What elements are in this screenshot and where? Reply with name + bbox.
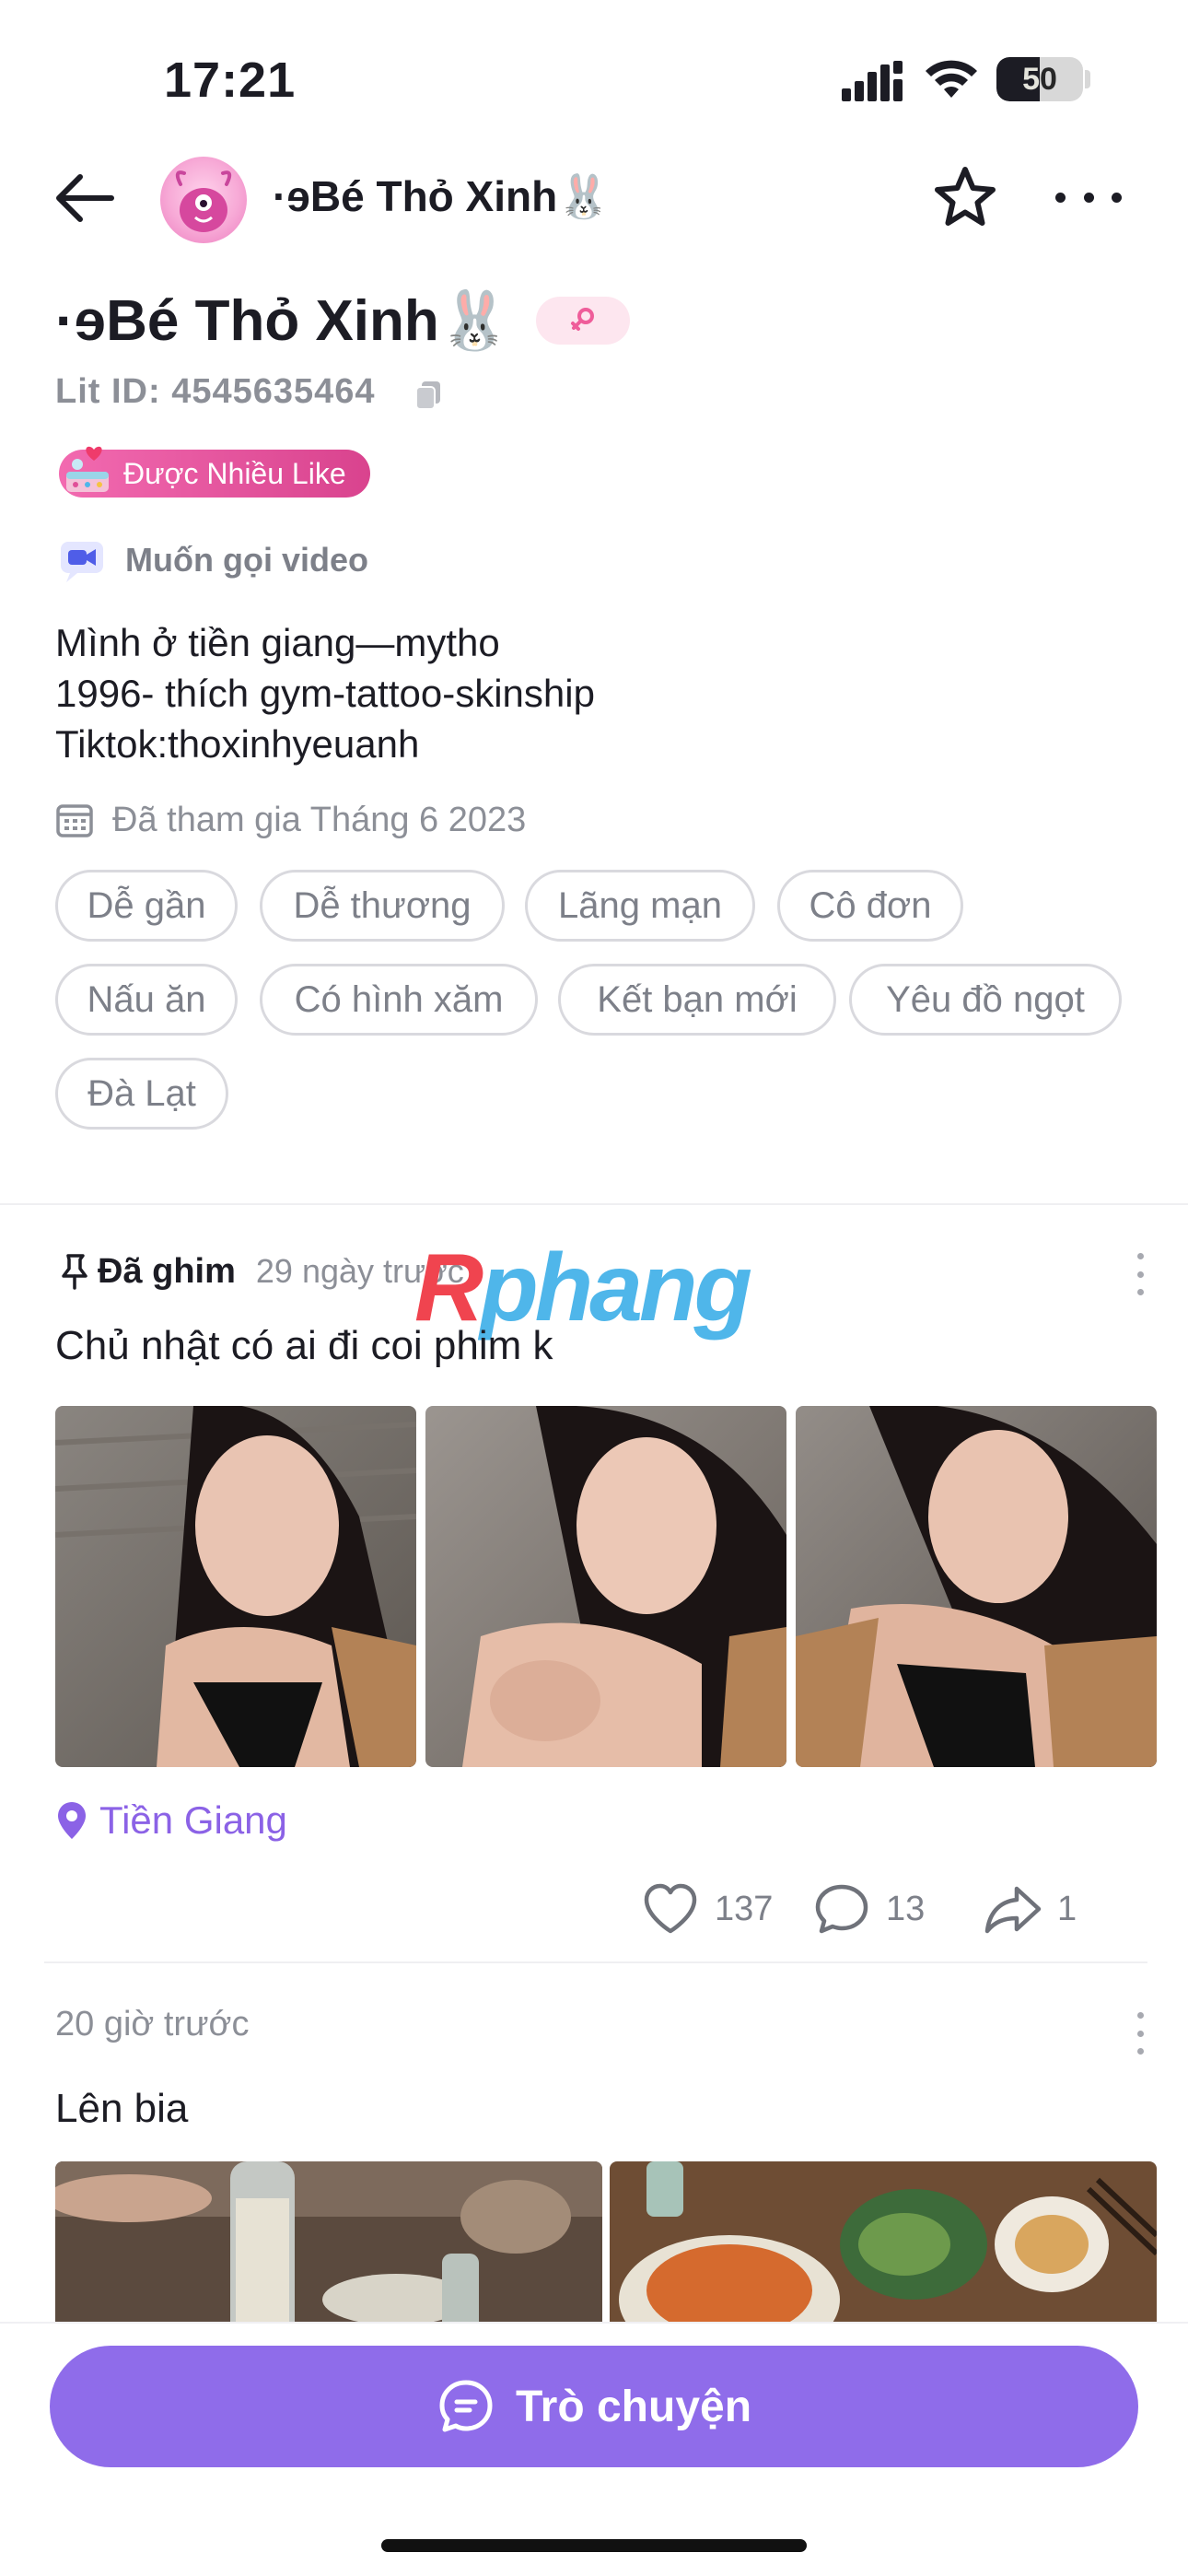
chat-button[interactable]: Trò chuyện	[50, 2346, 1138, 2467]
popular-badge: Được Nhiều Like	[59, 446, 370, 498]
location-label: Tiền Giang	[99, 1798, 287, 1842]
location-pin-icon	[58, 1802, 86, 1839]
more-icon	[1055, 192, 1066, 203]
video-camera-icon	[61, 542, 103, 582]
post-more-button[interactable]	[1131, 1253, 1149, 1295]
star-icon	[935, 167, 996, 226]
monster-avatar-icon	[175, 170, 232, 232]
more-icon	[1136, 1253, 1144, 1259]
post-more-button[interactable]	[1131, 2012, 1149, 2055]
section-divider	[0, 1203, 1188, 1205]
home-indicator[interactable]	[381, 2539, 807, 2552]
tag-chip[interactable]: Có hình xăm	[260, 964, 538, 1036]
like-count: 137	[715, 1889, 774, 1928]
tag-chip[interactable]: Lãng mạn	[525, 870, 755, 942]
post-divider	[44, 1961, 1147, 1963]
tag-chip[interactable]: Dễ gần	[55, 870, 238, 942]
copy-icon[interactable]	[413, 378, 446, 411]
post-time: 20 giờ trước	[55, 2005, 250, 2043]
profile-name: ·ɘBé Thỏ Xinh🐰	[55, 288, 510, 353]
status-time: 17:21	[164, 53, 297, 108]
more-options-button[interactable]	[1055, 171, 1122, 223]
bio-line: Mình ở tiền giang—mytho	[55, 621, 500, 664]
profile-header: ·ɘBé Thỏ Xinh🐰	[0, 147, 1188, 249]
bio-line: Tiktok:thoxinhyeuanh	[55, 722, 420, 766]
more-icon-dot	[1136, 1270, 1144, 1278]
more-icon	[1136, 2012, 1144, 2019]
like-action[interactable]: 137	[641, 1876, 773, 1942]
post-location[interactable]: Tiền Giang	[55, 1793, 287, 1848]
pin-icon	[62, 1254, 87, 1290]
comment-count: 13	[886, 1889, 926, 1928]
tag-chip[interactable]: Nấu ăn	[55, 964, 238, 1036]
tag-chip[interactable]: Yêu đồ ngọt	[849, 964, 1122, 1036]
tag-chip[interactable]: Cô đơn	[777, 870, 963, 942]
comment-icon	[815, 1884, 868, 1934]
pinned-label: Đã ghim	[98, 1251, 236, 1291]
tag-chip[interactable]: Dễ thương	[260, 870, 505, 942]
more-icon-dot	[1136, 2048, 1144, 2055]
photo-image	[55, 2161, 602, 2346]
post-photo[interactable]	[55, 2161, 602, 2346]
share-icon	[984, 1886, 1042, 1934]
heart-icon	[644, 1883, 697, 1934]
wifi-icon	[926, 60, 977, 98]
share-count: 1	[1057, 1889, 1077, 1928]
post-header: Đã ghim 29 ngày trước	[55, 1246, 464, 1297]
joined-date-row: Đã tham gia Tháng 6 2023	[55, 794, 526, 846]
chat-bubble-icon	[439, 2380, 493, 2432]
calendar-icon	[56, 804, 93, 837]
more-icon-dot	[1136, 2030, 1144, 2037]
favorite-button[interactable]	[930, 162, 1000, 232]
more-icon-dot	[1136, 1289, 1144, 1295]
comment-action[interactable]: 13	[812, 1876, 925, 1942]
share-action[interactable]: 1	[984, 1876, 1077, 1942]
battery-percentage: 50	[1022, 62, 1057, 97]
post-text: Lên bia	[55, 2086, 189, 2131]
signal-icon	[842, 61, 903, 101]
battery-icon: 50	[996, 57, 1083, 101]
profile-name-row: ·ɘBé Thỏ Xinh🐰	[55, 284, 630, 357]
more-icon-dot	[1083, 192, 1094, 203]
female-icon	[570, 308, 594, 331]
joined-date: Đã tham gia Tháng 6 2023	[112, 800, 527, 839]
popular-badge-label: Được Nhiều Like	[123, 456, 346, 490]
watermark-logo: Rphang	[414, 1235, 752, 1341]
battery-tip	[1085, 70, 1090, 88]
photo-image	[55, 1406, 416, 1767]
post-text: Chủ nhật có ai đi coi phim k	[55, 1323, 553, 1368]
avatar[interactable]	[160, 157, 247, 243]
bio: Mình ở tiền giang—mytho 1996- thích gym-…	[55, 617, 595, 769]
tag-chip[interactable]: Kết bạn mới	[558, 964, 836, 1036]
chat-button-label: Trò chuyện	[515, 2382, 752, 2431]
gender-badge	[535, 297, 630, 345]
video-call-label: Muốn gọi video	[125, 541, 368, 579]
photo-image	[610, 2161, 1157, 2346]
back-arrow-icon	[56, 174, 114, 222]
post-photo[interactable]	[425, 1406, 786, 1767]
more-icon-dot	[1112, 192, 1122, 203]
tag-chip[interactable]: Đà Lạt	[55, 1058, 228, 1130]
status-bar: 17:21 50	[0, 0, 1188, 138]
back-button[interactable]	[50, 166, 120, 230]
cake-icon	[66, 446, 109, 492]
post-photo[interactable]	[796, 1406, 1157, 1767]
bio-line: 1996- thích gym-tattoo-skinship	[55, 672, 595, 715]
post-photo[interactable]	[55, 1406, 416, 1767]
photo-image	[796, 1406, 1157, 1767]
header-username: ·ɘBé Thỏ Xinh🐰	[273, 172, 611, 220]
photo-image	[425, 1406, 786, 1767]
post-photo[interactable]	[610, 2161, 1157, 2346]
video-call-preference: Muốn gọi video	[59, 534, 368, 586]
lit-id: Lit ID: 4545635464	[55, 372, 376, 411]
